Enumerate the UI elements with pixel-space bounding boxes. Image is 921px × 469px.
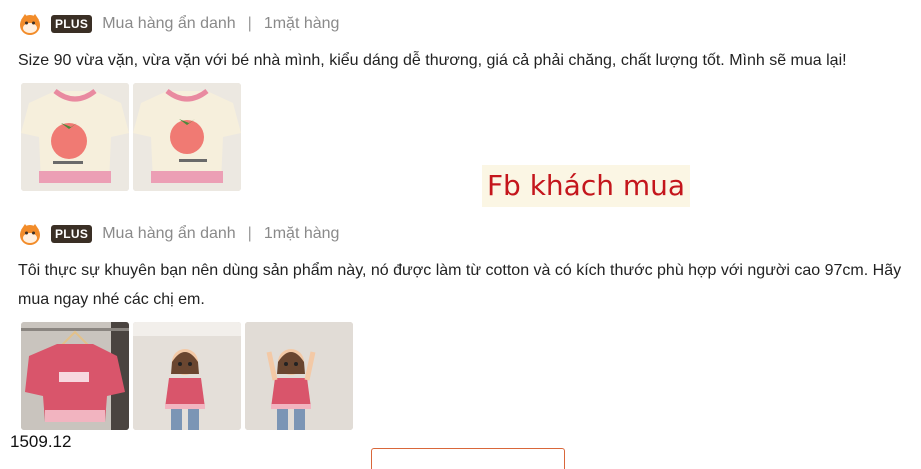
review-photos bbox=[21, 322, 911, 430]
cream-shirt-strawberry-photo bbox=[133, 83, 241, 191]
review-header: PLUS Mua hàng ẩn danh | 1mặt hàng bbox=[18, 12, 911, 36]
reviewer-name: Mua hàng ẩn danh bbox=[102, 225, 236, 242]
avatar-icon bbox=[20, 14, 40, 35]
price-label: 1509.12 bbox=[10, 432, 72, 451]
review-photo-1[interactable] bbox=[21, 83, 129, 191]
watermark-label: Fb khách mua bbox=[482, 165, 690, 207]
child-wearing-shirt-photo bbox=[245, 322, 353, 430]
review-photo-2[interactable] bbox=[133, 83, 241, 191]
avatar-icon bbox=[20, 224, 40, 245]
review-header: PLUS Mua hàng ẩn danh | 1mặt hàng bbox=[18, 222, 911, 246]
item-quantity: 1mặt hàng bbox=[263, 15, 340, 32]
plus-badge: PLUS bbox=[51, 15, 93, 33]
plus-badge: PLUS bbox=[51, 225, 93, 243]
review-text: Tôi thực sự khuyên bạn nên dùng sản phẩm… bbox=[18, 262, 902, 308]
review-photo-3[interactable] bbox=[245, 322, 353, 430]
reviewer-name: Mua hàng ẩn danh bbox=[102, 15, 236, 32]
item-quantity: 1mặt hàng bbox=[263, 225, 340, 242]
review-item: PLUS Mua hàng ẩn danh | 1mặt hàng Tôi th… bbox=[18, 222, 911, 430]
review-photo-2[interactable] bbox=[133, 322, 241, 430]
review-photos bbox=[21, 83, 911, 191]
meta-separator: | bbox=[247, 225, 252, 242]
review-text: Size 90 vừa vặn, vừa vặn với bé nhà mình… bbox=[18, 52, 847, 69]
review-item: PLUS Mua hàng ẩn danh | 1mặt hàng Size 9… bbox=[18, 12, 911, 191]
review-photo-1[interactable] bbox=[21, 322, 129, 430]
cream-shirt-strawberry-photo bbox=[21, 83, 129, 191]
child-wearing-shirt-photo bbox=[133, 322, 241, 430]
meta-separator: | bbox=[247, 15, 252, 32]
pink-shirt-on-hanger-photo bbox=[21, 322, 129, 430]
